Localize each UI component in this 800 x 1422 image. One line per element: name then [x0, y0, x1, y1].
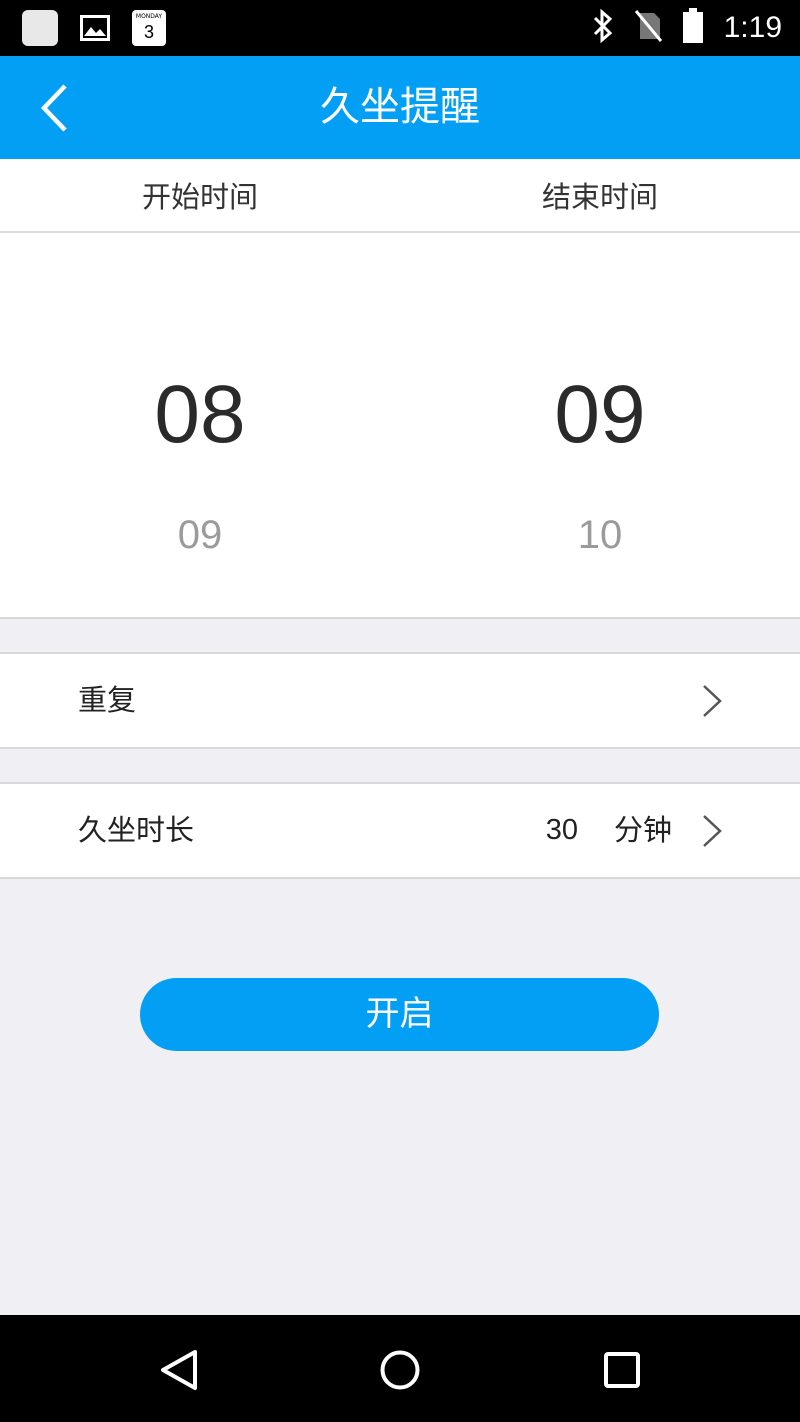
start-hour-next[interactable]: 09 — [0, 513, 400, 558]
repeat-label: 重复 — [78, 683, 137, 717]
chevron-right-icon — [703, 685, 722, 717]
battery-icon — [682, 8, 704, 48]
end-time-label: 结束时间 — [541, 180, 658, 214]
end-hour-selected: 09 — [554, 369, 646, 460]
chevron-right-icon — [703, 815, 722, 847]
duration-unit: 分钟 — [613, 813, 672, 847]
repeat-row[interactable]: 重复 — [0, 652, 800, 749]
bluetooth-icon — [592, 8, 614, 47]
duration-label: 久坐时长 — [78, 813, 195, 847]
app-icon — [22, 10, 58, 46]
duration-row[interactable]: 久坐时长 30 分钟 — [0, 782, 800, 879]
system-icons: 1:19 — [592, 8, 782, 48]
back-button[interactable] — [24, 78, 84, 138]
notification-icons: MONDAY 3 — [22, 10, 166, 46]
start-hour-wheel[interactable]: 08 09 — [0, 233, 400, 617]
start-hour-selected: 08 — [154, 369, 246, 460]
system-nav-bar — [0, 1315, 800, 1422]
calendar-day: 3 — [143, 22, 154, 42]
nav-home-button[interactable] — [375, 1345, 425, 1395]
status-bar: MONDAY 3 1:19 — [0, 0, 800, 56]
end-hour-wheel[interactable]: 09 10 — [400, 233, 800, 617]
time-picker: 08 09 09 10 — [0, 233, 800, 619]
recents-square-icon — [604, 1352, 640, 1388]
nav-recents-button[interactable] — [597, 1345, 647, 1395]
calendar-weekday: MONDAY — [135, 13, 163, 20]
app-header: 久坐提醒 — [0, 56, 800, 159]
status-time: 1:19 — [723, 11, 782, 44]
home-circle-icon — [380, 1350, 420, 1390]
time-column-headers: 开始时间 结束时间 — [0, 159, 800, 233]
page-title: 久坐提醒 — [320, 84, 480, 130]
chevron-left-icon — [40, 84, 67, 132]
back-triangle-icon — [161, 1350, 197, 1390]
duration-value: 30 — [545, 814, 578, 846]
start-time-label: 开始时间 — [141, 180, 258, 214]
gallery-icon — [78, 11, 112, 45]
enable-button[interactable]: 开启 — [140, 978, 659, 1051]
end-hour-next[interactable]: 10 — [400, 513, 800, 558]
calendar-icon: MONDAY 3 — [132, 10, 166, 46]
no-sim-icon — [634, 9, 662, 47]
nav-back-button[interactable] — [154, 1345, 204, 1395]
